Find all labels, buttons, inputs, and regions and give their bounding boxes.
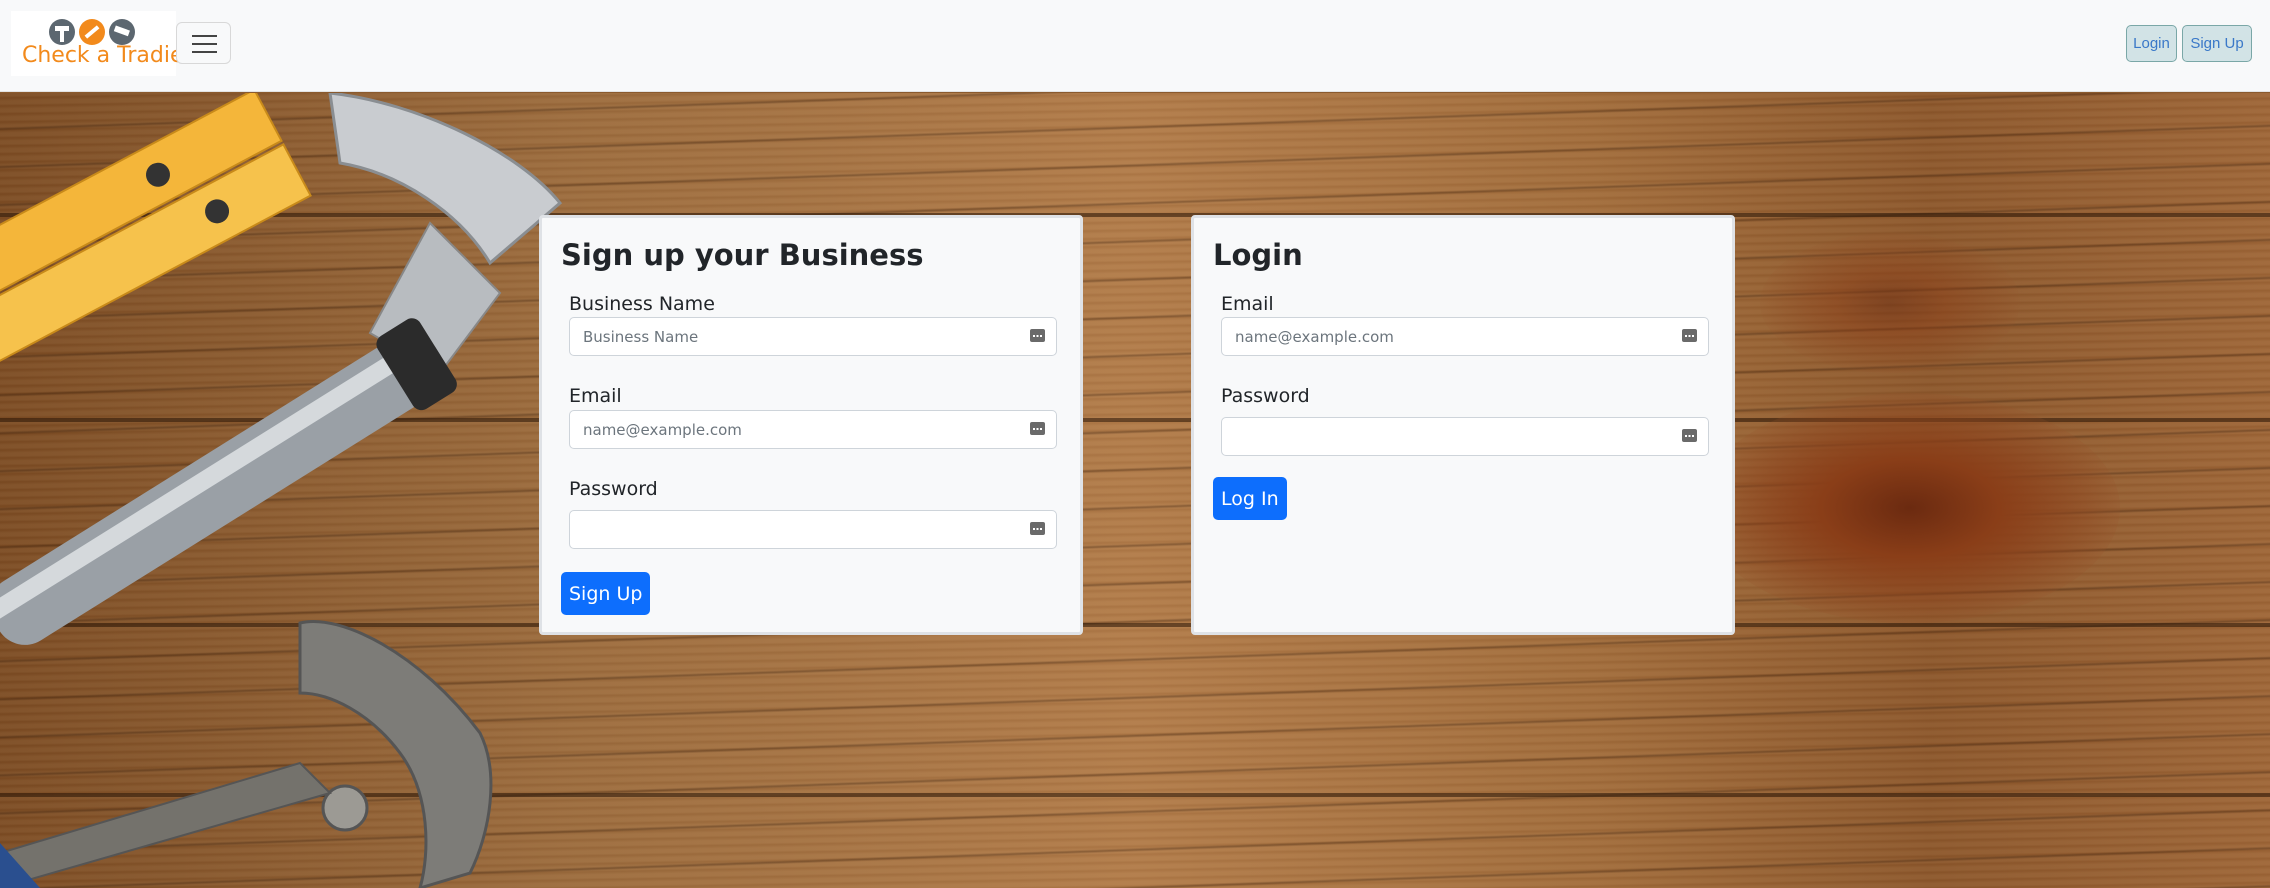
signup-email-label: Email (569, 385, 622, 407)
nav-login-button[interactable]: Login (2126, 25, 2177, 62)
login-card: Login Email Password Log In (1191, 215, 1735, 635)
top-navbar: Check a Tradie Login Sign Up (0, 0, 2270, 92)
wood-background-image (0, 93, 2270, 888)
brand-name: Check a Tradie (22, 43, 184, 68)
login-title: Login (1213, 238, 1303, 272)
business-name-input[interactable] (570, 318, 1056, 355)
signup-password-input[interactable] (570, 511, 1056, 548)
login-password-input[interactable] (1222, 418, 1708, 455)
brand-logo[interactable]: Check a Tradie (11, 11, 184, 76)
login-email-input[interactable] (1222, 318, 1708, 355)
login-password-field-wrapper (1221, 417, 1709, 456)
password-manager-icon[interactable] (1030, 422, 1045, 435)
business-name-field-wrapper (569, 317, 1057, 356)
signup-business-card: Sign up your Business Business Name Emai… (539, 215, 1083, 635)
login-password-label: Password (1221, 385, 1310, 407)
signup-password-field-wrapper (569, 510, 1057, 549)
signup-email-input[interactable] (570, 411, 1056, 448)
password-manager-icon[interactable] (1030, 522, 1045, 535)
nav-signup-button[interactable]: Sign Up (2182, 25, 2252, 62)
signup-submit-button[interactable]: Sign Up (561, 572, 651, 615)
password-manager-icon[interactable] (1030, 329, 1045, 342)
hamburger-menu-icon (192, 35, 217, 37)
login-email-label: Email (1221, 293, 1274, 315)
login-email-field-wrapper (1221, 317, 1709, 356)
login-submit-button[interactable]: Log In (1213, 477, 1287, 520)
signup-email-field-wrapper (569, 410, 1057, 449)
menu-toggle-button[interactable] (176, 22, 231, 64)
password-manager-icon[interactable] (1682, 429, 1697, 442)
signup-password-label: Password (569, 478, 658, 500)
signup-title: Sign up your Business (561, 238, 924, 272)
password-manager-icon[interactable] (1682, 329, 1697, 342)
business-name-label: Business Name (569, 293, 715, 315)
